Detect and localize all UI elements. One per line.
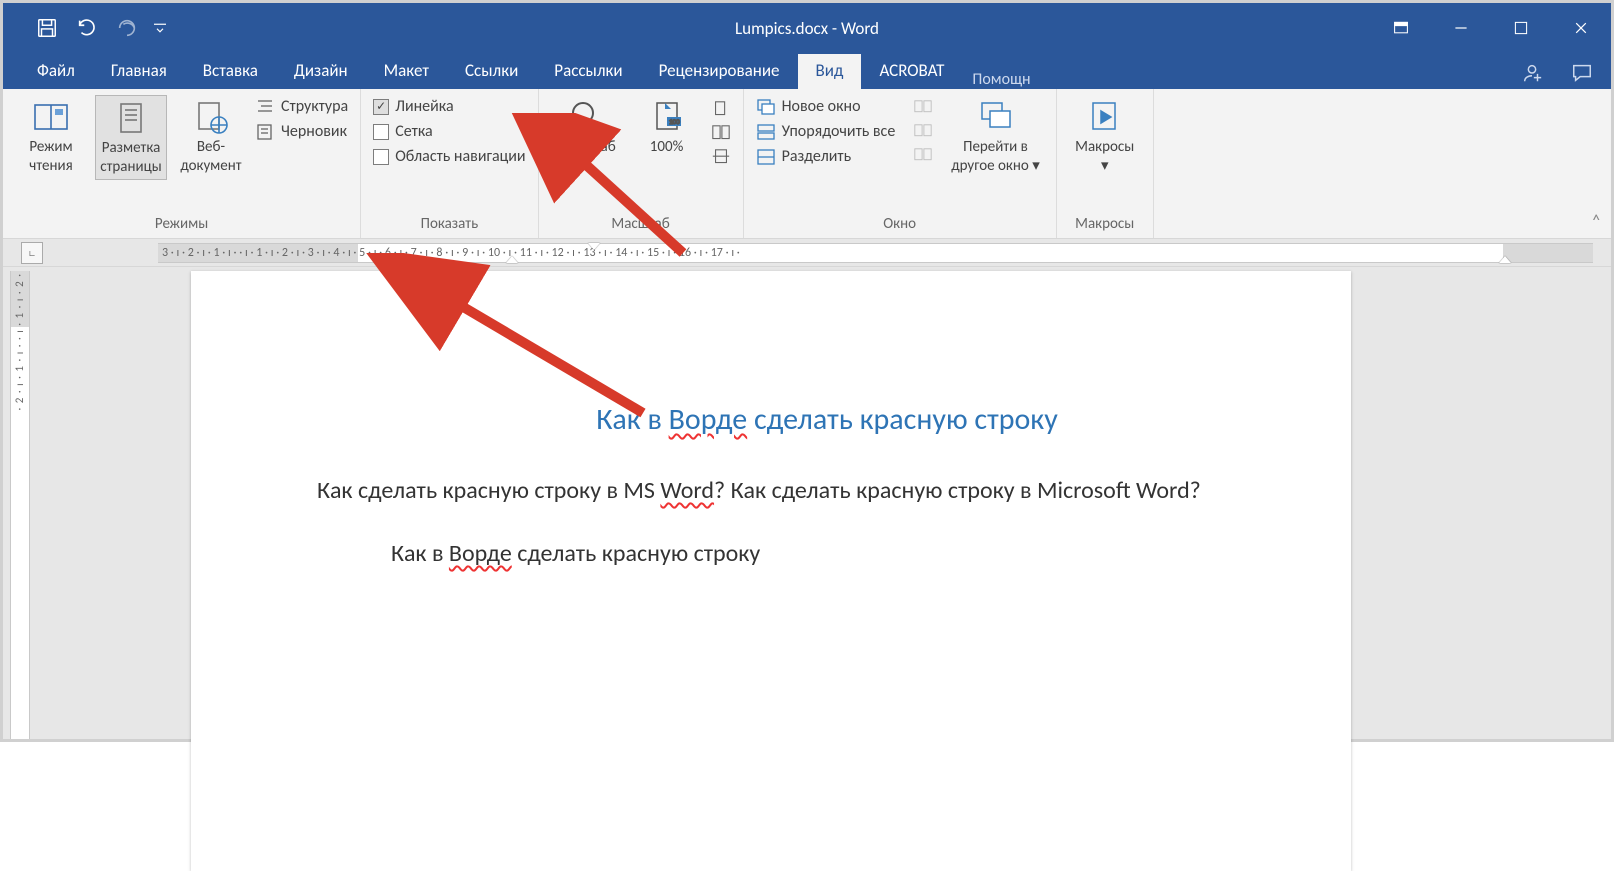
horizontal-ruler[interactable]: 3 · ı · 2 · ı · 1 · ı · · ı · 1 · ı · 2 … xyxy=(158,243,1593,263)
ruler-row: ∟ 3 · ı · 2 · ı · 1 · ı · · ı · 1 · ı · … xyxy=(3,239,1611,267)
web-layout-button[interactable]: Веб-документ xyxy=(175,95,247,180)
outline-button[interactable]: Структура xyxy=(255,97,348,116)
tab-layout[interactable]: Макет xyxy=(366,54,447,89)
vertical-ruler[interactable]: · 2 · ı · 1 · ı · · ı · 1 · ı · 2 · xyxy=(3,267,37,739)
svg-text:100: 100 xyxy=(669,117,680,126)
macros-icon xyxy=(1085,97,1125,137)
redo-icon[interactable] xyxy=(111,12,143,44)
gridlines-checkbox[interactable]: Сетка xyxy=(373,122,525,141)
read-mode-button[interactable]: Режимчтения xyxy=(15,95,87,180)
ribbon: Режимчтения Разметкастраницы Веб-докумен… xyxy=(3,89,1611,239)
qat-customize-icon[interactable] xyxy=(151,12,169,44)
arrange-all-icon xyxy=(756,123,776,141)
arrange-all-button[interactable]: Упорядочить все xyxy=(756,122,896,141)
group-label-show: Показать xyxy=(373,215,525,236)
quick-access-toolbar xyxy=(3,12,169,44)
checkbox-checked-icon xyxy=(373,99,389,115)
tab-review[interactable]: Рецензирование xyxy=(641,54,798,89)
undo-icon[interactable] xyxy=(71,12,103,44)
ruler-ticks: 3 · ı · 2 · ı · 1 · ı · · ı · 1 · ı · 2 … xyxy=(158,244,1593,262)
zoom-icon xyxy=(567,97,607,137)
save-icon[interactable] xyxy=(31,12,63,44)
hanging-indent-marker[interactable] xyxy=(506,256,518,263)
group-label-macros: Макросы xyxy=(1069,215,1141,236)
group-label-window: Окно xyxy=(756,215,1044,236)
minimize-icon[interactable] xyxy=(1431,3,1491,53)
tab-references[interactable]: Ссылки xyxy=(447,54,536,89)
split-button[interactable]: Разделить xyxy=(756,147,896,166)
first-line-indent-marker[interactable] xyxy=(588,243,600,250)
tell-me[interactable]: Помощн xyxy=(966,70,1030,89)
doc-heading: Как в Ворде сделать красную строку xyxy=(391,401,1263,438)
doc-paragraph: Как в Ворде сделать красную строку xyxy=(391,535,1263,572)
close-icon[interactable] xyxy=(1551,3,1611,53)
tab-design[interactable]: Дизайн xyxy=(276,54,366,89)
draft-icon xyxy=(255,123,275,141)
checkbox-icon xyxy=(373,124,389,140)
ribbon-display-options-icon[interactable] xyxy=(1371,3,1431,53)
new-window-button[interactable]: Новое окно xyxy=(756,97,896,116)
tab-mailings[interactable]: Рассылки xyxy=(536,54,640,89)
ribbon-tabs: Файл Главная Вставка Дизайн Макет Ссылки… xyxy=(3,53,1611,89)
draft-button[interactable]: Черновик xyxy=(255,122,348,141)
page-100-icon: 100 xyxy=(647,97,687,137)
titlebar: Lumpics.docx - Word xyxy=(3,3,1611,53)
one-page-icon[interactable] xyxy=(711,99,731,117)
multi-page-icon[interactable] xyxy=(711,123,731,141)
window-title: Lumpics.docx - Word xyxy=(735,18,879,39)
tab-selector[interactable]: ∟ xyxy=(21,242,43,264)
outline-icon xyxy=(255,98,275,116)
web-layout-icon xyxy=(191,97,231,137)
new-window-icon xyxy=(756,98,776,116)
share-icon[interactable] xyxy=(1521,62,1543,89)
zoom-button[interactable]: Масштаб xyxy=(551,95,623,178)
side-by-side-icon xyxy=(913,97,933,115)
switch-windows-button[interactable]: Перейти вдругое окно ▾ xyxy=(947,95,1043,178)
reset-window-icon xyxy=(913,145,933,163)
page[interactable]: Как в Ворде сделать красную строку Как с… xyxy=(191,271,1351,871)
tab-file[interactable]: Файл xyxy=(19,54,93,89)
document-area: · 2 · ı · 1 · ı · · ı · 1 · ı · 2 · Как … xyxy=(3,267,1611,739)
group-label-zoom: Масштаб xyxy=(551,215,731,236)
page-width-icon[interactable] xyxy=(711,147,731,165)
group-views: Режимчтения Разметкастраницы Веб-докумен… xyxy=(3,89,361,238)
ruler-checkbox[interactable]: Линейка xyxy=(373,97,525,116)
comments-icon[interactable] xyxy=(1571,62,1593,89)
group-window: Новое окно Упорядочить все Разделить Пер… xyxy=(744,89,1057,238)
tab-insert[interactable]: Вставка xyxy=(185,54,276,89)
read-mode-icon xyxy=(31,97,71,137)
print-layout-icon xyxy=(111,98,151,138)
tab-view[interactable]: Вид xyxy=(798,54,862,89)
collapse-ribbon-icon[interactable]: ˄ xyxy=(1591,210,1601,232)
group-zoom: Масштаб 100 100% Масштаб xyxy=(539,89,744,238)
sync-scroll-icon xyxy=(913,121,933,139)
macros-button[interactable]: Макросы▾ xyxy=(1069,95,1141,178)
navpane-checkbox[interactable]: Область навигации xyxy=(373,147,525,166)
group-show: Линейка Сетка Область навигации Показать xyxy=(361,89,538,238)
group-macros: Макросы▾ Макросы xyxy=(1057,89,1154,238)
switch-windows-icon xyxy=(976,97,1016,137)
maximize-icon[interactable] xyxy=(1491,3,1551,53)
tab-acrobat[interactable]: ACROBAT xyxy=(861,54,962,89)
right-indent-marker[interactable] xyxy=(1499,256,1511,263)
doc-paragraph: Как сделать красную строку в MS Word? Ка… xyxy=(317,472,1263,509)
print-layout-button[interactable]: Разметкастраницы xyxy=(95,95,167,180)
zoom-100-button[interactable]: 100 100% xyxy=(631,95,703,178)
tab-home[interactable]: Главная xyxy=(93,54,185,89)
split-icon xyxy=(756,148,776,166)
group-label-views: Режимы xyxy=(15,215,348,236)
checkbox-icon xyxy=(373,149,389,165)
